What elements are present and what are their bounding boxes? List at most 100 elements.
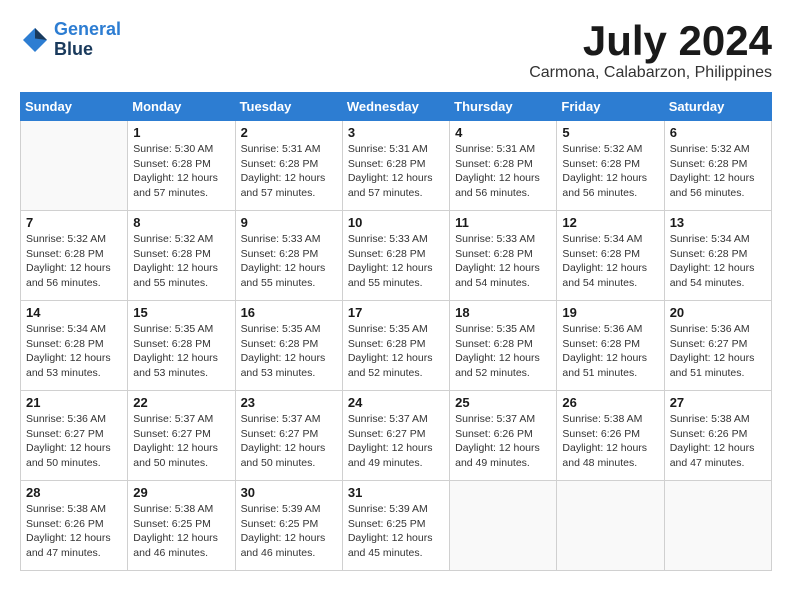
week-row-4: 21 Sunrise: 5:36 AM Sunset: 6:27 PM Dayli… <box>21 391 772 481</box>
day-number: 30 <box>241 485 337 500</box>
day-number: 16 <box>241 305 337 320</box>
calendar-cell: 13 Sunrise: 5:34 AM Sunset: 6:28 PM Dayli… <box>664 211 771 301</box>
day-number: 31 <box>348 485 444 500</box>
day-detail: Sunrise: 5:39 AM Sunset: 6:25 PM Dayligh… <box>241 502 337 561</box>
day-number: 29 <box>133 485 229 500</box>
calendar-cell: 23Sunrise: 5:37 AM Sunset: 6:27 PM Dayli… <box>235 391 342 481</box>
day-number: 24 <box>348 395 444 410</box>
day-number: 28 <box>26 485 122 500</box>
calendar-cell: 31 Sunrise: 5:39 AM Sunset: 6:25 PM Dayli… <box>342 481 449 571</box>
day-detail: Sunrise: 5:36 AM Sunset: 6:27 PM Dayligh… <box>670 322 766 381</box>
day-number: 5 <box>562 125 658 140</box>
day-detail: Sunrise: 5:32 AM Sunset: 6:28 PM Dayligh… <box>133 232 229 291</box>
col-saturday: Saturday <box>664 93 771 121</box>
calendar: Sunday Monday Tuesday Wednesday Thursday… <box>20 92 772 571</box>
calendar-cell: 8Sunrise: 5:32 AM Sunset: 6:28 PM Daylig… <box>128 211 235 301</box>
day-detail: Sunrise: 5:37 AM Sunset: 6:27 PM Dayligh… <box>348 412 444 471</box>
title-area: July 2024 Carmona, Calabarzon, Philippin… <box>529 20 772 82</box>
calendar-cell <box>450 481 557 571</box>
day-detail: Sunrise: 5:37 AM Sunset: 6:27 PM Dayligh… <box>133 412 229 471</box>
day-detail: Sunrise: 5:31 AM Sunset: 6:28 PM Dayligh… <box>348 142 444 201</box>
week-row-3: 14 Sunrise: 5:34 AM Sunset: 6:28 PM Dayli… <box>21 301 772 391</box>
day-number: 27 <box>670 395 766 410</box>
month-year: July 2024 <box>529 20 772 62</box>
calendar-cell: 4 Sunrise: 5:31 AM Sunset: 6:28 PM Daylig… <box>450 121 557 211</box>
day-number: 11 <box>455 215 551 230</box>
col-monday: Monday <box>128 93 235 121</box>
calendar-cell: 9 Sunrise: 5:33 AM Sunset: 6:28 PM Daylig… <box>235 211 342 301</box>
calendar-cell: 30 Sunrise: 5:39 AM Sunset: 6:25 PM Dayli… <box>235 481 342 571</box>
page-header: General Blue July 2024 Carmona, Calabarz… <box>20 20 772 82</box>
week-row-1: 1 Sunrise: 5:30 AM Sunset: 6:28 PM Daylig… <box>21 121 772 211</box>
day-detail: Sunrise: 5:35 AM Sunset: 6:28 PM Dayligh… <box>133 322 229 381</box>
day-number: 14 <box>26 305 122 320</box>
calendar-cell: 28 Sunrise: 5:38 AM Sunset: 6:26 PM Dayli… <box>21 481 128 571</box>
day-detail: Sunrise: 5:34 AM Sunset: 6:28 PM Dayligh… <box>562 232 658 291</box>
col-sunday: Sunday <box>21 93 128 121</box>
day-number: 20 <box>670 305 766 320</box>
calendar-cell: 1 Sunrise: 5:30 AM Sunset: 6:28 PM Daylig… <box>128 121 235 211</box>
calendar-cell: 29 Sunrise: 5:38 AM Sunset: 6:25 PM Dayli… <box>128 481 235 571</box>
day-detail: Sunrise: 5:34 AM Sunset: 6:28 PM Dayligh… <box>670 232 766 291</box>
day-number: 3 <box>348 125 444 140</box>
day-detail: Sunrise: 5:31 AM Sunset: 6:28 PM Dayligh… <box>455 142 551 201</box>
day-number: 4 <box>455 125 551 140</box>
day-number: 18 <box>455 305 551 320</box>
day-detail: Sunrise: 5:36 AM Sunset: 6:28 PM Dayligh… <box>562 322 658 381</box>
day-number: 9 <box>241 215 337 230</box>
day-detail: Sunrise: 5:38 AM Sunset: 6:26 PM Dayligh… <box>670 412 766 471</box>
calendar-cell: 24 Sunrise: 5:37 AM Sunset: 6:27 PM Dayli… <box>342 391 449 481</box>
calendar-cell: 14 Sunrise: 5:34 AM Sunset: 6:28 PM Dayli… <box>21 301 128 391</box>
day-number: 26 <box>562 395 658 410</box>
day-number: 17 <box>348 305 444 320</box>
calendar-header-row: Sunday Monday Tuesday Wednesday Thursday… <box>21 93 772 121</box>
day-number: 10 <box>348 215 444 230</box>
day-detail: Sunrise: 5:30 AM Sunset: 6:28 PM Dayligh… <box>133 142 229 201</box>
day-number: 2 <box>241 125 337 140</box>
day-detail: Sunrise: 5:32 AM Sunset: 6:28 PM Dayligh… <box>26 232 122 291</box>
calendar-cell <box>21 121 128 211</box>
calendar-cell: 11Sunrise: 5:33 AM Sunset: 6:28 PM Dayli… <box>450 211 557 301</box>
calendar-cell: 18 Sunrise: 5:35 AM Sunset: 6:28 PM Dayli… <box>450 301 557 391</box>
calendar-cell <box>664 481 771 571</box>
location: Carmona, Calabarzon, Philippines <box>529 64 772 82</box>
calendar-cell: 2 Sunrise: 5:31 AM Sunset: 6:28 PM Daylig… <box>235 121 342 211</box>
day-number: 21 <box>26 395 122 410</box>
day-number: 13 <box>670 215 766 230</box>
day-number: 7 <box>26 215 122 230</box>
day-detail: Sunrise: 5:36 AM Sunset: 6:27 PM Dayligh… <box>26 412 122 471</box>
calendar-cell: 12Sunrise: 5:34 AM Sunset: 6:28 PM Dayli… <box>557 211 664 301</box>
day-detail: Sunrise: 5:33 AM Sunset: 6:28 PM Dayligh… <box>348 232 444 291</box>
calendar-cell <box>557 481 664 571</box>
calendar-cell: 27 Sunrise: 5:38 AM Sunset: 6:26 PM Dayli… <box>664 391 771 481</box>
calendar-cell: 7 Sunrise: 5:32 AM Sunset: 6:28 PM Daylig… <box>21 211 128 301</box>
logo-icon <box>20 25 50 55</box>
logo-text: General Blue <box>54 20 121 60</box>
day-detail: Sunrise: 5:38 AM Sunset: 6:26 PM Dayligh… <box>26 502 122 561</box>
day-number: 19 <box>562 305 658 320</box>
day-detail: Sunrise: 5:33 AM Sunset: 6:28 PM Dayligh… <box>241 232 337 291</box>
calendar-cell: 25Sunrise: 5:37 AM Sunset: 6:26 PM Dayli… <box>450 391 557 481</box>
day-detail: Sunrise: 5:35 AM Sunset: 6:28 PM Dayligh… <box>455 322 551 381</box>
calendar-cell: 6 Sunrise: 5:32 AM Sunset: 6:28 PM Daylig… <box>664 121 771 211</box>
calendar-cell: 10 Sunrise: 5:33 AM Sunset: 6:28 PM Dayli… <box>342 211 449 301</box>
day-detail: Sunrise: 5:37 AM Sunset: 6:26 PM Dayligh… <box>455 412 551 471</box>
logo: General Blue <box>20 20 121 60</box>
day-number: 1 <box>133 125 229 140</box>
day-detail: Sunrise: 5:32 AM Sunset: 6:28 PM Dayligh… <box>670 142 766 201</box>
day-detail: Sunrise: 5:39 AM Sunset: 6:25 PM Dayligh… <box>348 502 444 561</box>
col-wednesday: Wednesday <box>342 93 449 121</box>
day-number: 6 <box>670 125 766 140</box>
day-detail: Sunrise: 5:32 AM Sunset: 6:28 PM Dayligh… <box>562 142 658 201</box>
calendar-cell: 16Sunrise: 5:35 AM Sunset: 6:28 PM Dayli… <box>235 301 342 391</box>
day-detail: Sunrise: 5:34 AM Sunset: 6:28 PM Dayligh… <box>26 322 122 381</box>
day-number: 23 <box>241 395 337 410</box>
day-detail: Sunrise: 5:31 AM Sunset: 6:28 PM Dayligh… <box>241 142 337 201</box>
col-thursday: Thursday <box>450 93 557 121</box>
calendar-cell: 20 Sunrise: 5:36 AM Sunset: 6:27 PM Dayli… <box>664 301 771 391</box>
calendar-cell: 19 Sunrise: 5:36 AM Sunset: 6:28 PM Dayli… <box>557 301 664 391</box>
day-detail: Sunrise: 5:38 AM Sunset: 6:25 PM Dayligh… <box>133 502 229 561</box>
calendar-cell: 15Sunrise: 5:35 AM Sunset: 6:28 PM Dayli… <box>128 301 235 391</box>
day-detail: Sunrise: 5:35 AM Sunset: 6:28 PM Dayligh… <box>348 322 444 381</box>
col-tuesday: Tuesday <box>235 93 342 121</box>
